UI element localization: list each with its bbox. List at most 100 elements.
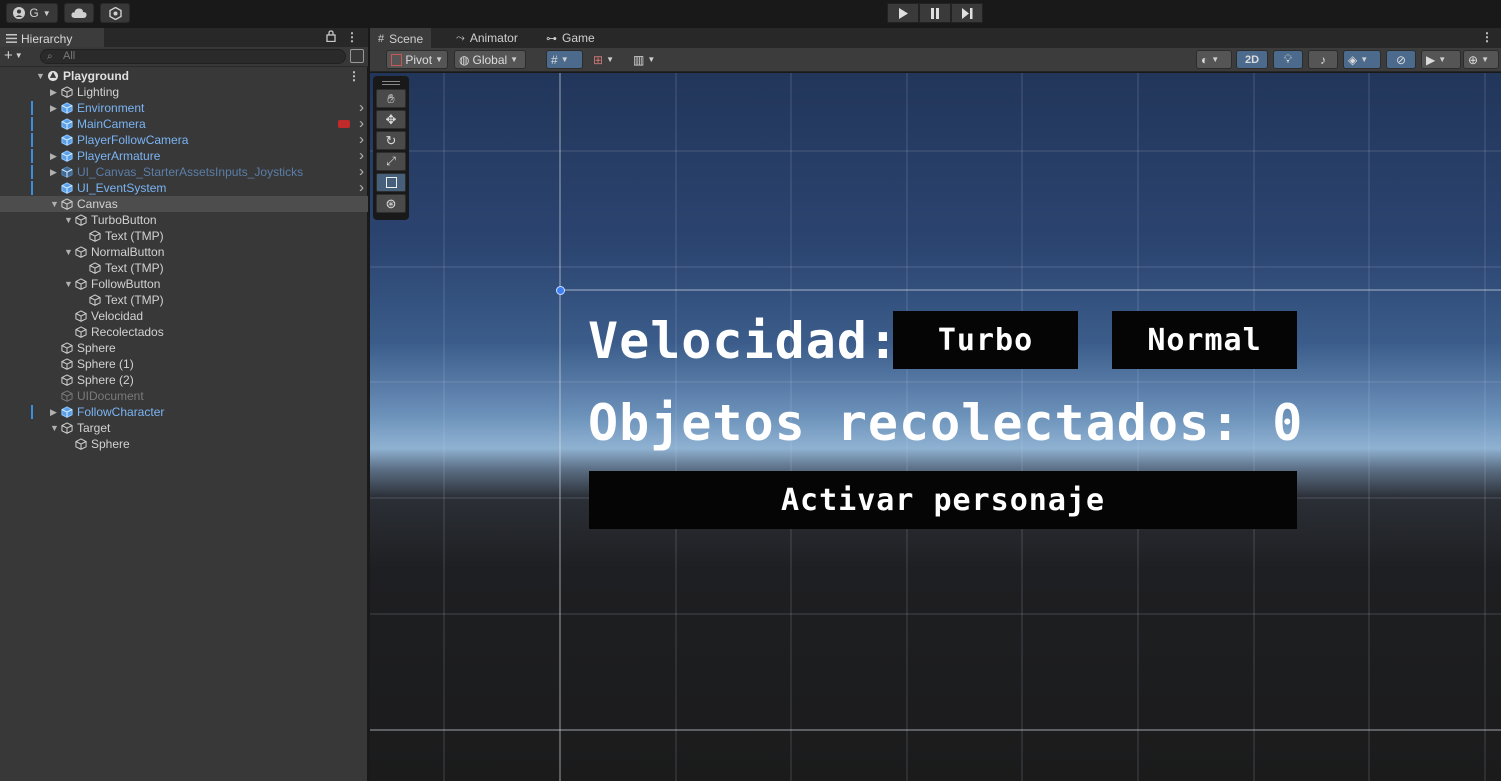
hierarchy-row[interactable]: ▶ PlayerArmature ›	[0, 148, 368, 164]
create-button[interactable]: + ▼	[4, 48, 23, 64]
scale-tool[interactable]: ⤢	[376, 152, 406, 171]
hand-tool[interactable]: ✋︎	[376, 89, 406, 108]
increment-snap-toggle[interactable]: ⊞ ▼	[588, 50, 625, 69]
camera-dropdown[interactable]: ▶ ▼	[1421, 50, 1461, 69]
cloud-button[interactable]	[64, 3, 94, 23]
pause-button[interactable]	[919, 3, 951, 23]
hierarchy-row[interactable]: ▼ Target	[0, 420, 368, 436]
expand-down-icon[interactable]: ▼	[64, 276, 74, 292]
expand-right-icon[interactable]: ▶	[50, 148, 60, 164]
palette-grip[interactable]	[382, 81, 400, 85]
open-prefab-icon[interactable]: ›	[359, 116, 364, 132]
lock-icon[interactable]	[326, 30, 336, 42]
scene-viewport[interactable]: ✋︎ ✥ ↻ ⤢ ⊛ Velocidad: Turbo Normal Objet…	[370, 73, 1501, 781]
hierarchy-row[interactable]: Velocidad	[0, 308, 368, 324]
visibility-toggle[interactable]: ⊘	[1386, 50, 1416, 69]
normal-button[interactable]: Normal	[1112, 311, 1297, 369]
hierarchy-row[interactable]: Sphere	[0, 340, 368, 356]
hierarchy-row[interactable]: MainCamera ›	[0, 116, 368, 132]
hierarchy-row-label: Text (TMP)	[105, 229, 164, 243]
scene-panel: # Scene ⤳ Animator ⊶ Game ⋮ Pivot ▼ ◍ Gl…	[370, 28, 1501, 781]
rect-tool[interactable]	[376, 173, 406, 192]
expand-right-icon[interactable]: ▶	[50, 164, 60, 180]
hierarchy-row[interactable]: UIDocument	[0, 388, 368, 404]
expand-right-icon[interactable]: ▶	[50, 84, 60, 100]
search-options-icon[interactable]	[350, 49, 364, 63]
canvas-corner-handle[interactable]	[556, 286, 565, 295]
search-icon: ⌕	[47, 51, 53, 62]
mode-2d-toggle[interactable]: 2D	[1236, 50, 1268, 69]
ruler-icon: ▥	[633, 52, 645, 67]
expand-down-icon[interactable]: ▼	[64, 212, 74, 228]
tab-game-label: Game	[562, 31, 595, 45]
step-button[interactable]	[951, 3, 983, 23]
hierarchy-row[interactable]: Sphere (1)	[0, 356, 368, 372]
scene-options-icon[interactable]: ⋮	[348, 68, 360, 84]
expand-down-icon[interactable]: ▼	[36, 68, 46, 84]
tab-scene-label: Scene	[389, 32, 424, 46]
transform-tool[interactable]: ⊛	[376, 194, 406, 213]
tab-scene[interactable]: # Scene	[370, 28, 432, 48]
expand-right-icon[interactable]: ▶	[50, 404, 60, 420]
hierarchy-row[interactable]: PlayerFollowCamera ›	[0, 132, 368, 148]
hierarchy-row[interactable]: Recolectados	[0, 324, 368, 340]
pivot-icon	[391, 53, 403, 66]
hierarchy-row[interactable]: UI_EventSystem ›	[0, 180, 368, 196]
prefab-override-marker	[31, 181, 33, 195]
hierarchy-row[interactable]: Sphere (2)	[0, 372, 368, 388]
scene-menu-icon[interactable]: ⋮	[1481, 30, 1493, 44]
hierarchy-row[interactable]: ▼ Playground ⋮	[0, 68, 368, 84]
hierarchy-row-label: FollowCharacter	[77, 405, 165, 419]
play-button[interactable]	[887, 3, 919, 23]
open-prefab-icon[interactable]: ›	[359, 100, 364, 116]
expand-down-icon[interactable]: ▼	[64, 244, 74, 260]
open-prefab-icon[interactable]: ›	[359, 132, 364, 148]
hierarchy-row-label: Sphere	[91, 437, 130, 451]
hierarchy-row[interactable]: ▶ Lighting	[0, 84, 368, 100]
gizmos-dropdown[interactable]: ⊕ ▼	[1463, 50, 1499, 69]
hierarchy-row[interactable]: ▼ TurboButton	[0, 212, 368, 228]
hierarchy-row[interactable]: ▶ Environment ›	[0, 100, 368, 116]
hierarchy-row-label: UI_Canvas_StarterAssetsInputs_Joysticks	[77, 165, 304, 179]
account-dropdown[interactable]: G ▼	[6, 3, 58, 23]
open-prefab-icon[interactable]: ›	[359, 164, 364, 180]
effects-dropdown[interactable]: ◈ ▼	[1343, 50, 1381, 69]
hierarchy-row[interactable]: ▶ UI_Canvas_StarterAssetsInputs_Joysticks…	[0, 164, 368, 180]
shading-dropdown[interactable]: ◐ ▼	[1196, 50, 1232, 69]
ruler-toggle[interactable]: ▥ ▼	[628, 50, 665, 69]
hierarchy-row-label: PlayerArmature	[77, 149, 161, 163]
hierarchy-row-label: Text (TMP)	[105, 261, 164, 275]
hierarchy-row[interactable]: ▶ FollowCharacter	[0, 404, 368, 420]
settings-button[interactable]	[100, 3, 130, 23]
hierarchy-row[interactable]: Text (TMP)	[0, 260, 368, 276]
hierarchy-row[interactable]: Sphere	[0, 436, 368, 452]
activar-personaje-button[interactable]: Activar personaje	[589, 471, 1297, 529]
hierarchy-row[interactable]: Text (TMP)	[0, 292, 368, 308]
tab-game[interactable]: ⊶ Game	[538, 28, 603, 48]
expand-down-icon[interactable]: ▼	[50, 196, 60, 212]
rotate-tool[interactable]: ↻	[376, 131, 406, 150]
chevron-down-icon: ▼	[1211, 55, 1220, 64]
open-prefab-icon[interactable]: ›	[359, 148, 364, 164]
turbo-button[interactable]: Turbo	[893, 311, 1078, 369]
globe-icon: ◍	[459, 52, 470, 67]
move-tool[interactable]: ✥	[376, 110, 406, 129]
search-placeholder: All	[63, 50, 76, 62]
pivot-dropdown[interactable]: Pivot ▼	[386, 50, 448, 69]
expand-right-icon[interactable]: ▶	[50, 100, 60, 116]
hierarchy-row[interactable]: ▼ FollowButton	[0, 276, 368, 292]
lighting-toggle[interactable]: 💡︎	[1273, 50, 1303, 69]
hierarchy-row[interactable]: Text (TMP)	[0, 228, 368, 244]
hierarchy-row[interactable]: ▼ Canvas	[0, 196, 368, 212]
grid-snap-toggle[interactable]: # ▼	[546, 50, 583, 69]
expand-down-icon[interactable]: ▼	[50, 420, 60, 436]
hierarchy-row[interactable]: ▼ NormalButton	[0, 244, 368, 260]
open-prefab-icon[interactable]: ›	[359, 180, 364, 196]
audio-toggle[interactable]: ♪	[1308, 50, 1338, 69]
tab-hierarchy[interactable]: Hierarchy	[0, 28, 104, 47]
hierarchy-search-input[interactable]: ⌕ All	[40, 49, 346, 64]
hierarchy-menu-icon[interactable]: ⋮	[346, 30, 358, 44]
global-dropdown[interactable]: ◍ Global ▼	[454, 50, 526, 69]
tab-animator[interactable]: ⤳ Animator	[448, 28, 526, 48]
gameobject-icon	[75, 278, 87, 290]
